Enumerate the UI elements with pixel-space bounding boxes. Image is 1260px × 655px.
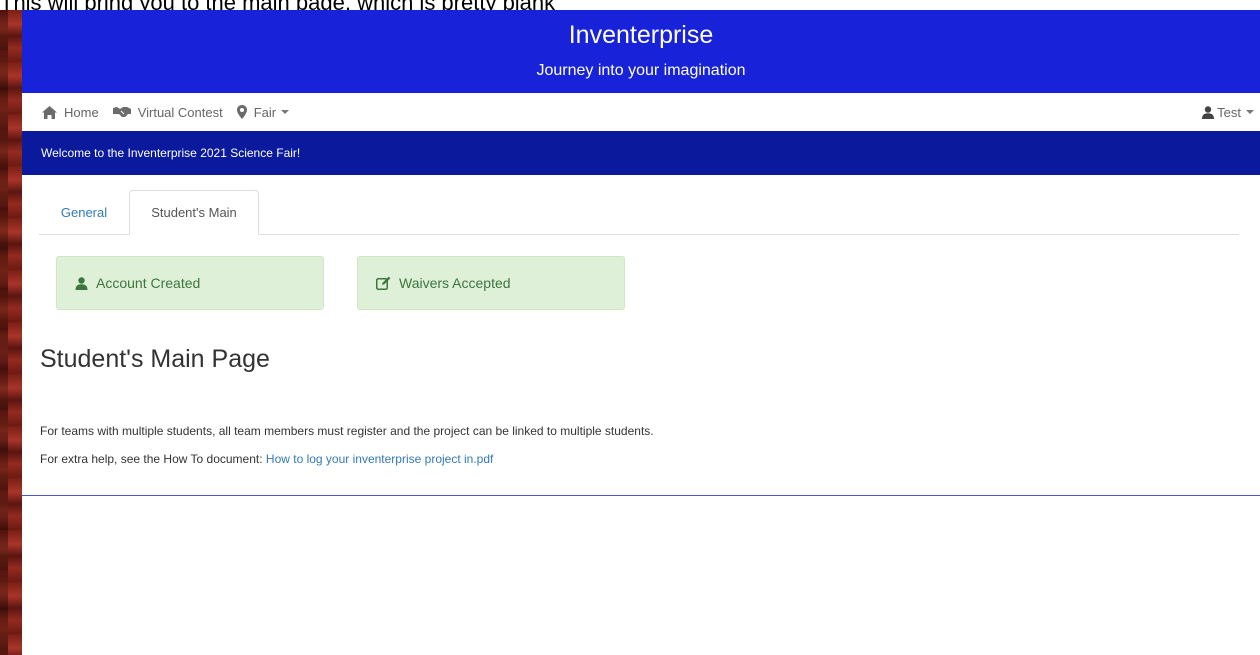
- site-title: Inventerprise: [568, 21, 714, 49]
- team-info-text: For teams with multiple students, all te…: [40, 424, 654, 438]
- chevron-down-icon: [281, 110, 290, 114]
- status-card-waivers-accepted: Waivers Accepted: [357, 256, 625, 310]
- browser-window: Inventerprise Journey into your imaginat…: [22, 10, 1260, 655]
- user-icon: [75, 276, 88, 290]
- page-title: Student's Main Page: [40, 345, 270, 373]
- edit-icon: [376, 276, 391, 290]
- site-subtitle: Journey into your imagination: [536, 62, 746, 79]
- user-menu[interactable]: Test: [1202, 105, 1260, 120]
- waivers-accepted-label: Waivers Accepted: [399, 275, 511, 291]
- navbar: Home Virtual Contest Fair Test: [22, 93, 1260, 131]
- nav-fair-dropdown[interactable]: Fair: [236, 104, 290, 120]
- nav-home-label: Home: [64, 104, 99, 120]
- how-to-document-link[interactable]: How to log your inventerprise project in…: [266, 452, 493, 466]
- navbar-left: Home Virtual Contest Fair: [22, 105, 303, 120]
- account-created-label: Account Created: [96, 275, 201, 291]
- welcome-banner: Welcome to the Inventerprise 2021 Scienc…: [22, 131, 1260, 175]
- user-menu-label: Test: [1217, 104, 1241, 120]
- handshake-icon: [112, 106, 131, 118]
- nav-home[interactable]: Home: [42, 105, 99, 120]
- site-header: Inventerprise Journey into your imaginat…: [22, 10, 1260, 93]
- tab-students-main[interactable]: Student's Main: [129, 190, 259, 235]
- nav-virtual-contest[interactable]: Virtual Contest: [112, 104, 223, 120]
- help-text: For extra help, see the How To document:…: [40, 452, 493, 466]
- main-content: General Student's Main Account Created W…: [22, 175, 1260, 496]
- nav-virtual-contest-label: Virtual Contest: [137, 104, 223, 120]
- status-card-account-created: Account Created: [56, 256, 324, 310]
- map-marker-icon: [236, 105, 247, 119]
- nav-fair-label: Fair: [253, 104, 277, 120]
- background-strip-shade: [0, 10, 8, 655]
- tab-general[interactable]: General: [39, 190, 129, 234]
- home-icon: [42, 105, 57, 119]
- chevron-down-icon: [1246, 110, 1254, 114]
- welcome-message: Welcome to the Inventerprise 2021 Scienc…: [41, 146, 301, 160]
- help-prefix: For extra help, see the How To document:: [40, 452, 263, 466]
- user-icon: [1202, 105, 1215, 119]
- caption-text: This will bring you to the main page, wh…: [0, 0, 1260, 10]
- tab-bar: General Student's Main: [39, 190, 1239, 235]
- background-strip: [0, 10, 22, 655]
